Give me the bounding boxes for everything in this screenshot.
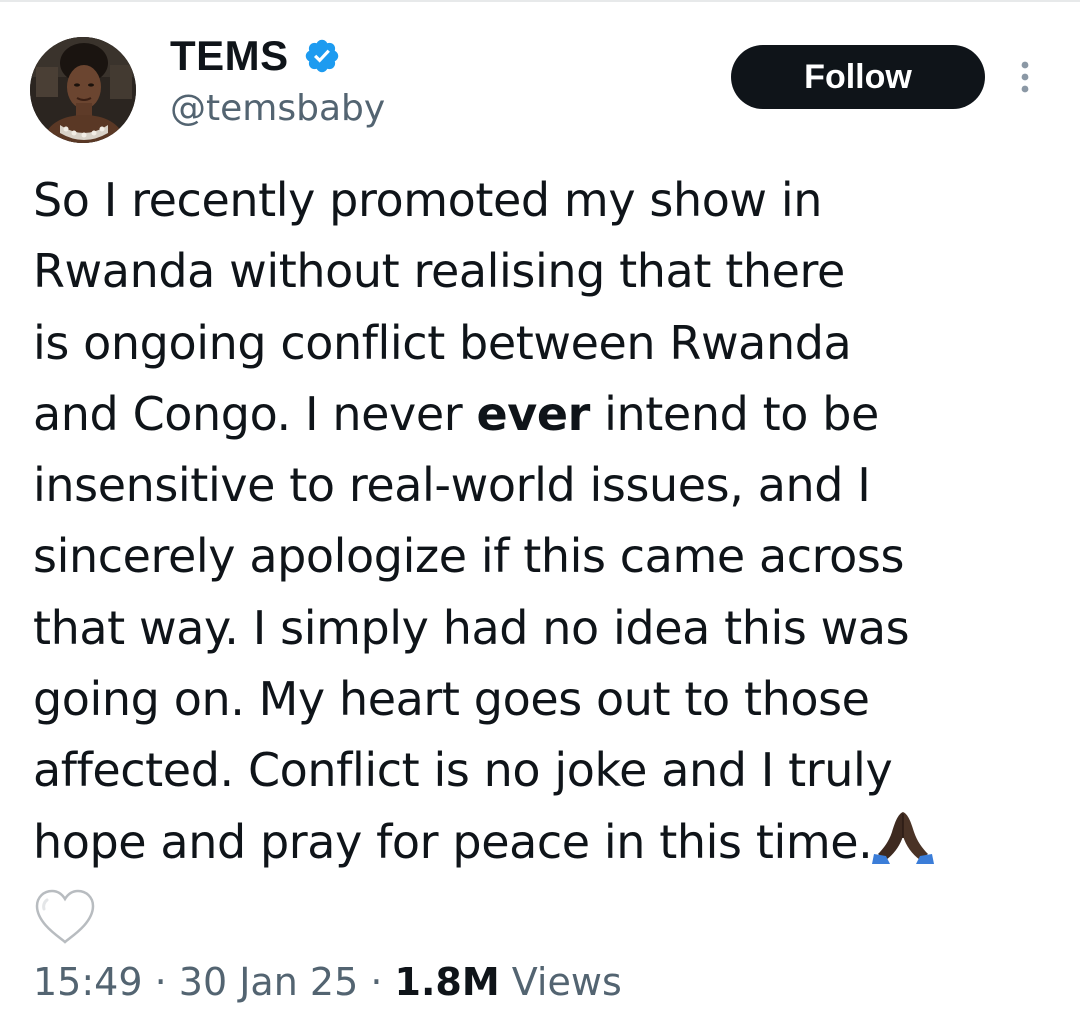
tweet-segment: hope and pray for peace in this time. — [33, 814, 873, 869]
tweet-segment: and Congo. I never — [33, 386, 477, 441]
verified-badge-icon[interactable] — [303, 37, 341, 75]
tweet-line: So I recently promoted my show in — [33, 173, 823, 227]
tweet-line: and Congo. I never ever intend to be — [33, 379, 1053, 450]
tweet-line: affected. Conflict is no joke and I trul… — [33, 743, 893, 798]
tweet-time[interactable]: 15:49 — [33, 960, 143, 1004]
views-count[interactable]: 1.8M — [395, 960, 500, 1004]
follow-button[interactable]: Follow — [731, 45, 985, 109]
tweet-meta: 15:49 · 30 Jan 25 · 1.8M Views — [33, 960, 622, 1004]
more-vertical-icon[interactable] — [1010, 57, 1040, 99]
views-label[interactable]: Views — [512, 960, 622, 1004]
tweet-line: sincerely apologize if this came across — [33, 529, 905, 584]
pray-icon — [870, 808, 936, 866]
tweet-line: insensitive to real-world issues, and I — [33, 458, 871, 513]
tweet-date[interactable]: 30 Jan 25 — [179, 960, 358, 1004]
tweet-line: going on. My heart goes out to those — [33, 672, 870, 727]
tweet-line: that way. I simply had no idea this was — [33, 600, 910, 655]
display-name[interactable]: TEMS — [170, 32, 289, 80]
avatar-image — [30, 37, 136, 143]
tweet-text: So I recently promoted my show in Rwanda… — [33, 165, 1053, 946]
meta-separator: · — [154, 960, 167, 1004]
tweet-line: is ongoing conflict between Rwanda — [33, 315, 852, 370]
top-divider — [0, 0, 1080, 2]
name-row: TEMS — [170, 30, 341, 82]
emphasis-text: ever — [476, 386, 590, 441]
avatar[interactable] — [30, 37, 136, 143]
white-heart-icon — [33, 888, 97, 946]
tweet-line: Rwanda without realising that there — [33, 244, 845, 299]
tweet-segment: intend to be — [589, 386, 879, 441]
user-handle[interactable]: @temsbaby — [170, 88, 385, 129]
meta-separator: · — [370, 960, 383, 1004]
tweet-line: hope and pray for peace in this time. — [33, 807, 1053, 878]
